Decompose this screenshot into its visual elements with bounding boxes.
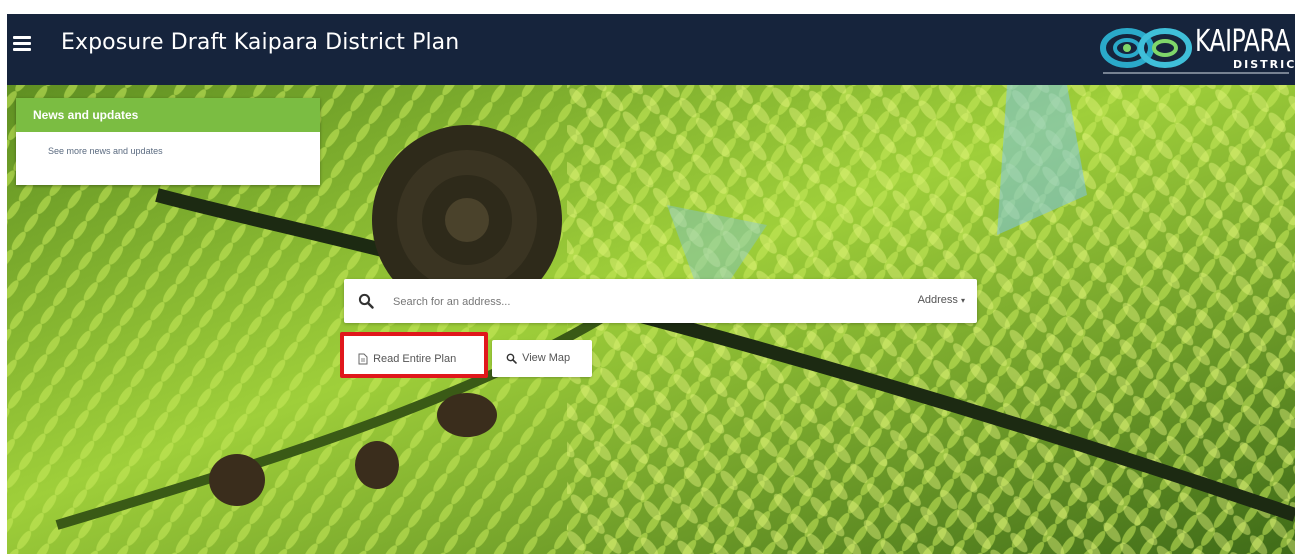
caret-down-icon: ▾ <box>960 296 965 305</box>
news-panel: News and updates See more news and updat… <box>16 98 320 185</box>
view-map-button[interactable]: View Map <box>492 340 592 377</box>
address-search-bar: Address ▾ <box>344 279 977 323</box>
read-entire-plan-button[interactable]: Read Entire Plan <box>340 332 488 378</box>
view-map-label: View Map <box>522 352 571 364</box>
see-more-news-link[interactable]: See more news and updates <box>16 132 320 156</box>
magnifier-icon <box>506 353 517 364</box>
koru-logo-icon <box>1100 28 1192 68</box>
search-icon[interactable] <box>358 293 374 309</box>
search-input[interactable] <box>391 287 875 317</box>
hamburger-menu-icon[interactable] <box>13 36 31 52</box>
search-mode-dropdown[interactable]: Address ▾ <box>918 294 965 306</box>
logo-subtitle: DISTRICT <box>1233 58 1301 71</box>
page-title: Exposure Draft Kaipara District Plan <box>61 30 460 55</box>
search-mode-label: Address <box>917 294 958 306</box>
document-icon <box>358 353 368 365</box>
logo-tagline <box>1103 72 1289 74</box>
top-navbar: Exposure Draft Kaipara District Plan KAI… <box>7 14 1301 85</box>
read-entire-plan-label: Read Entire Plan <box>373 353 457 365</box>
news-heading: News and updates <box>16 98 320 132</box>
kaipara-district-logo[interactable]: KAIPARA DISTRICT <box>1097 22 1301 80</box>
logo-wordmark: KAIPARA <box>1195 24 1291 59</box>
